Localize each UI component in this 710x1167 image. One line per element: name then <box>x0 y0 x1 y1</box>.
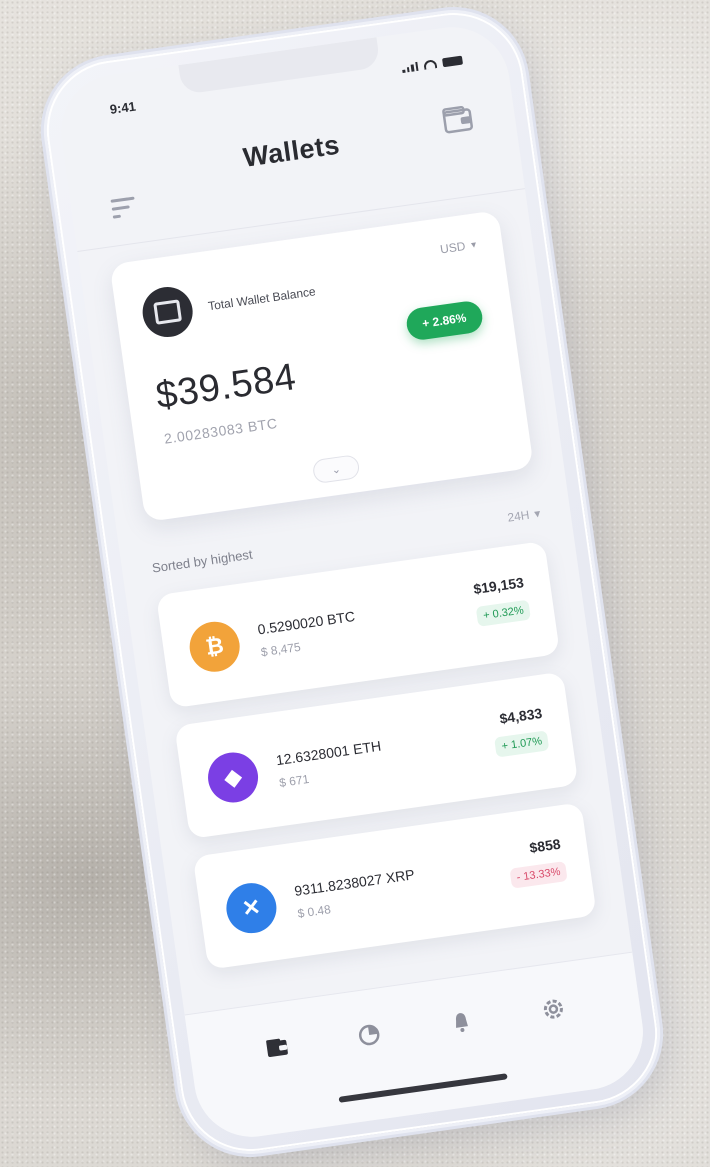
bitcoin-icon: ₿ <box>186 618 243 675</box>
asset-price: $ 8,475 <box>259 639 302 660</box>
balance-amount: $39.584 <box>153 356 299 418</box>
wifi-icon <box>423 58 438 70</box>
asset-change-badge: + 1.07% <box>494 730 550 758</box>
home-indicator[interactable] <box>338 1073 508 1103</box>
sort-selector[interactable]: 24H ▾ <box>507 506 542 524</box>
gear-icon <box>543 999 563 1019</box>
asset-price: $ 671 <box>278 771 310 791</box>
signal-icon <box>401 61 419 73</box>
chevron-down-icon: ▾ <box>533 506 542 521</box>
tab-wallet[interactable] <box>260 1031 294 1065</box>
total-balance-card: Total Wallet Balance USD ▾ + 2.86% $39.5… <box>109 210 534 523</box>
balance-change-badge: + 2.86% <box>404 299 485 342</box>
currency-selector[interactable]: USD ▾ <box>439 237 477 256</box>
coin-glyph: ₿ <box>203 632 226 660</box>
coin-glyph: ✕ <box>240 894 263 922</box>
chevron-down-icon: ▾ <box>470 238 477 251</box>
wallet-icon[interactable] <box>439 103 477 137</box>
tab-settings[interactable] <box>536 992 570 1026</box>
asset-amount: 0.5290020 BTC <box>256 608 356 638</box>
battery-icon <box>441 55 463 67</box>
asset-value: $858 <box>528 835 562 856</box>
currency-value: USD <box>439 239 467 257</box>
assets-section: Sorted by highest 24H ▾ ₿ 0.5290020 BTC … <box>148 485 599 987</box>
tab-notifications[interactable] <box>444 1005 478 1039</box>
wallet-glyph <box>442 105 473 134</box>
asset-price: $ 0.48 <box>296 902 332 921</box>
asset-change-badge: + 0.32% <box>476 599 531 627</box>
balance-btc-amount: 2.00283083 BTC <box>163 414 279 447</box>
asset-value: $19,153 <box>472 574 525 598</box>
ethereum-icon: ◆ <box>204 749 262 806</box>
chevron-down-icon: ⌄ <box>330 463 342 477</box>
wallet-icon <box>265 1038 288 1058</box>
bell-icon <box>455 1013 468 1033</box>
asset-change-badge: - 13.33% <box>509 861 568 889</box>
balance-label: Total Wallet Balance <box>207 284 317 314</box>
asset-amount: 12.6328001 ETH <box>274 737 383 769</box>
assets-title: Sorted by highest <box>151 546 254 576</box>
status-time: 9:41 <box>108 98 137 117</box>
chart-icon <box>358 1024 379 1046</box>
asset-value: $4,833 <box>498 704 544 727</box>
menu-icon[interactable] <box>110 196 141 224</box>
system-icons <box>401 55 463 73</box>
ripple-icon: ✕ <box>223 879 280 937</box>
asset-amount: 9311.8238027 XRP <box>293 866 416 899</box>
coin-glyph: ◆ <box>222 763 244 791</box>
tab-chart[interactable] <box>352 1018 386 1052</box>
wallet-avatar-icon <box>139 283 196 341</box>
expand-card-button[interactable]: ⌄ <box>311 454 361 485</box>
sort-value: 24H <box>506 507 531 525</box>
